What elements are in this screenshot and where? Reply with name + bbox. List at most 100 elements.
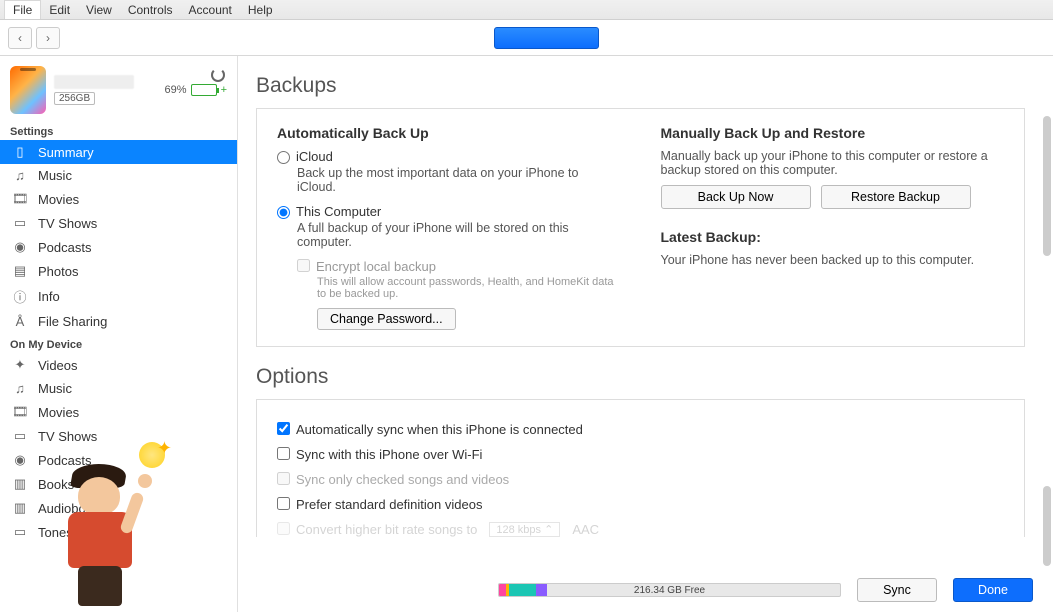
sidebar-item-label: Movies bbox=[38, 405, 79, 420]
podcast-icon: ◉ bbox=[12, 452, 28, 468]
latest-backup-heading: Latest Backup: bbox=[661, 229, 1005, 245]
this-computer-radio[interactable] bbox=[277, 206, 290, 219]
backups-heading: Backups bbox=[256, 74, 1025, 98]
phone-icon: ▯ bbox=[12, 144, 28, 160]
menu-bar: File Edit View Controls Account Help bbox=[0, 0, 1053, 20]
tv-icon: ▭ bbox=[12, 215, 28, 231]
footer-bar: 216.34 GB Free Sync Done bbox=[498, 578, 1033, 602]
this-computer-label: This Computer bbox=[296, 204, 381, 219]
menu-account[interactable]: Account bbox=[181, 1, 240, 19]
sidebar-item-summary[interactable]: ▯ Summary bbox=[0, 140, 237, 164]
convert-bitrate-checkbox[interactable] bbox=[277, 522, 290, 535]
sidebar-item-label: Summary bbox=[38, 145, 94, 160]
wifi-sync-label: Sync with this iPhone over Wi-Fi bbox=[296, 447, 482, 462]
sidebar-item-label: TV Shows bbox=[38, 216, 97, 231]
bell-icon: ▭ bbox=[12, 524, 28, 540]
film-icon: 🎞 bbox=[12, 191, 28, 207]
on-device-section-header: On My Device bbox=[0, 333, 237, 353]
toolbar-primary-button[interactable] bbox=[494, 27, 599, 49]
sidebar-item-label: File Sharing bbox=[38, 314, 107, 329]
tv-icon: ▭ bbox=[12, 428, 28, 444]
latest-backup-text: Your iPhone has never been backed up to … bbox=[661, 253, 1005, 267]
storage-bar: 216.34 GB Free bbox=[498, 583, 841, 597]
scrollbar-thumb[interactable] bbox=[1043, 116, 1051, 256]
manual-backup-heading: Manually Back Up and Restore bbox=[661, 125, 1005, 141]
settings-section-header: Settings bbox=[0, 120, 237, 140]
storage-free-label: 216.34 GB Free bbox=[499, 585, 840, 596]
scrollbar-thumb[interactable] bbox=[1043, 486, 1051, 566]
menu-file[interactable]: File bbox=[4, 0, 41, 19]
device-thumbnail-icon bbox=[10, 66, 46, 114]
battery-icon bbox=[191, 84, 217, 96]
device-capacity: 256GB bbox=[54, 92, 95, 105]
sd-video-label: Prefer standard definition videos bbox=[296, 497, 482, 512]
music-icon: ♫ bbox=[12, 168, 28, 183]
wifi-sync-checkbox[interactable] bbox=[277, 447, 290, 460]
bitrate-dropdown[interactable]: 128 kbps ⌃ bbox=[489, 522, 560, 537]
convert-bitrate-label: Convert higher bit rate songs to bbox=[296, 522, 477, 537]
sidebar-item-label: Photos bbox=[38, 264, 78, 279]
encrypt-description: This will allow account passwords, Healt… bbox=[317, 276, 617, 300]
sidebar: 256GB 69% + Settings ▯ Summary ♫ Music 🎞 Mo… bbox=[0, 56, 238, 612]
options-heading: Options bbox=[256, 365, 1025, 389]
auto-sync-checkbox[interactable] bbox=[277, 422, 290, 435]
sidebar-item-filesharing[interactable]: Å File Sharing bbox=[0, 310, 237, 333]
options-panel: Automatically sync when this iPhone is c… bbox=[256, 399, 1025, 537]
refresh-icon[interactable] bbox=[211, 68, 225, 82]
toolbar: ‹ › bbox=[0, 20, 1053, 56]
device-header: 256GB 69% + bbox=[0, 56, 237, 120]
encrypt-label: Encrypt local backup bbox=[316, 259, 436, 274]
icloud-description: Back up the most important data on your … bbox=[297, 166, 621, 194]
checked-only-checkbox[interactable] bbox=[277, 472, 290, 485]
charging-icon: + bbox=[221, 84, 227, 96]
backups-panel: Automatically Back Up iCloud Back up the… bbox=[256, 108, 1025, 347]
info-icon: ⓘ bbox=[12, 287, 28, 306]
auto-sync-label: Automatically sync when this iPhone is c… bbox=[296, 422, 583, 437]
change-password-button[interactable]: Change Password... bbox=[317, 308, 456, 330]
battery-percent: 69% bbox=[165, 84, 187, 96]
restore-backup-button[interactable]: Restore Backup bbox=[821, 185, 971, 209]
book-icon: ▥ bbox=[12, 476, 28, 492]
menu-help[interactable]: Help bbox=[240, 1, 281, 19]
photo-icon: ▤ bbox=[12, 263, 28, 279]
menu-edit[interactable]: Edit bbox=[41, 1, 78, 19]
share-icon: Å bbox=[12, 314, 28, 329]
sidebar-item-photos[interactable]: ▤ Photos bbox=[0, 259, 237, 283]
encrypt-checkbox[interactable] bbox=[297, 259, 310, 272]
auto-backup-heading: Automatically Back Up bbox=[277, 125, 621, 141]
backup-now-button[interactable]: Back Up Now bbox=[661, 185, 811, 209]
sidebar-item-info[interactable]: ⓘ Info bbox=[0, 283, 237, 310]
music-icon: ♫ bbox=[12, 381, 28, 396]
menu-controls[interactable]: Controls bbox=[120, 1, 181, 19]
content-pane: Backups Automatically Back Up iCloud Bac… bbox=[238, 56, 1053, 612]
nav-back-button[interactable]: ‹ bbox=[8, 27, 32, 49]
this-computer-description: A full backup of your iPhone will be sto… bbox=[297, 221, 621, 249]
menu-view[interactable]: View bbox=[78, 1, 120, 19]
icloud-label: iCloud bbox=[296, 149, 333, 164]
sidebar-item-label: Podcasts bbox=[38, 240, 91, 255]
sidebar-item-podcasts[interactable]: ◉ Podcasts bbox=[0, 235, 237, 259]
sidebar-item-label: Music bbox=[38, 381, 72, 396]
sidebar-item-tvshows[interactable]: ▭ TV Shows bbox=[0, 211, 237, 235]
sidebar-item-movies[interactable]: 🎞 Movies bbox=[0, 187, 237, 211]
sync-button[interactable]: Sync bbox=[857, 578, 937, 602]
sidebar-item-label: Music bbox=[38, 168, 72, 183]
sidebar-item-videos[interactable]: ✦Videos bbox=[0, 353, 237, 377]
sidebar-item-music-dev[interactable]: ♫ Music bbox=[0, 377, 237, 400]
nav-forward-button[interactable]: › bbox=[36, 27, 60, 49]
mascot-illustration: ✦ bbox=[30, 442, 170, 612]
sidebar-item-movies-dev[interactable]: 🎞 Movies bbox=[0, 400, 237, 424]
manual-backup-description: Manually back up your iPhone to this com… bbox=[661, 149, 1005, 177]
done-button[interactable]: Done bbox=[953, 578, 1033, 602]
film-icon: 🎞 bbox=[12, 404, 28, 420]
sidebar-item-music[interactable]: ♫ Music bbox=[0, 164, 237, 187]
device-name bbox=[54, 75, 134, 89]
audiobook-icon: ▥ bbox=[12, 500, 28, 516]
sidebar-item-label: Info bbox=[38, 289, 60, 304]
podcast-icon: ◉ bbox=[12, 239, 28, 255]
sidebar-item-label: Movies bbox=[38, 192, 79, 207]
sd-video-checkbox[interactable] bbox=[277, 497, 290, 510]
codec-label: AAC bbox=[572, 522, 599, 537]
sidebar-item-label: Videos bbox=[38, 358, 78, 373]
icloud-radio[interactable] bbox=[277, 151, 290, 164]
